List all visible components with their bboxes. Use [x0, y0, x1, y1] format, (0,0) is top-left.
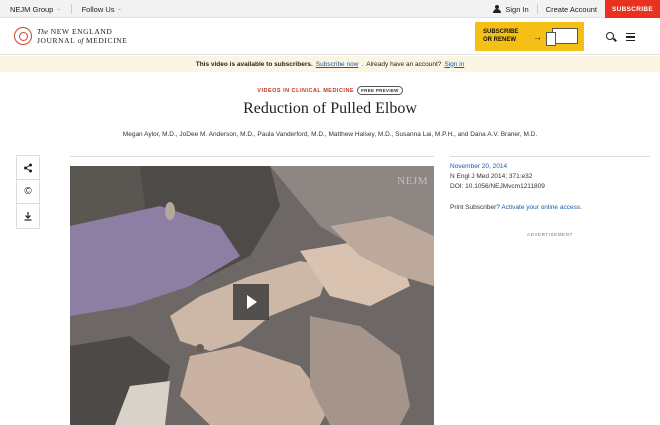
nejm-group-label: NEJM Group — [10, 4, 54, 14]
person-icon — [493, 5, 502, 13]
sign-in-link[interactable]: Sign In — [485, 5, 536, 14]
promo-line1: SUBSCRIBE — [483, 29, 519, 35]
create-account-link[interactable]: Create Account — [538, 5, 605, 14]
article-kicker: VIDEOS IN CLINICAL MEDICINE FREE PREVIEW — [0, 86, 660, 95]
devices-illustration — [546, 26, 580, 47]
divider — [70, 4, 72, 14]
sidebar-divider — [450, 156, 650, 157]
content-divider — [70, 156, 434, 157]
promo-line2: OR RENEW — [483, 36, 516, 43]
advertisement-label: ADVERTISEMENT — [527, 232, 573, 237]
logo-wordmark: The NEW ENGLAND JOURNAL of MEDICINE — [37, 27, 127, 45]
logo-the: The — [37, 27, 49, 36]
doi: DOI: 10.1056/NEJMvcm1211809 — [450, 183, 545, 190]
section-label[interactable]: VIDEOS IN CLINICAL MEDICINE — [257, 88, 354, 94]
publication-date: November 20, 2014 — [450, 163, 508, 170]
print-subscriber-line: Print Subscriber? Activate your online a… — [450, 204, 582, 211]
play-button[interactable] — [233, 284, 269, 320]
top-bar-left: NEJM Group ⌄ Follow Us ⌄ — [10, 4, 122, 14]
logo-journal: JOURNAL — [37, 36, 76, 45]
search-icon[interactable] — [606, 32, 616, 42]
top-bar-right: Sign In Create Account SUBSCRIBE — [485, 0, 660, 18]
copyright-icon: © — [24, 186, 32, 197]
chevron-down-icon: ⌄ — [56, 6, 61, 12]
article-authors: Megan Aylor, M.D., JoDee M. Anderson, M.… — [122, 131, 538, 138]
free-preview-badge: FREE PREVIEW — [357, 86, 403, 95]
subscribe-promo-banner[interactable]: SUBSCRIBE OR RENEW → — [475, 22, 584, 51]
nejm-group-menu[interactable]: NEJM Group ⌄ — [10, 5, 61, 14]
notice-sign-in-link[interactable]: Sign in — [444, 61, 464, 68]
chevron-down-icon: ⌄ — [117, 6, 122, 12]
hamburger-menu-icon[interactable] — [626, 33, 635, 41]
citation: N Engl J Med 2014; 371:e32 — [450, 173, 533, 180]
nejm-logo[interactable]: The NEW ENGLAND JOURNAL of MEDICINE — [14, 27, 127, 45]
print-subscriber-text: Print Subscriber? — [450, 204, 500, 211]
follow-us-label: Follow Us — [81, 4, 115, 14]
permissions-button[interactable]: © — [17, 180, 39, 204]
notice-period: . — [361, 60, 364, 68]
subscribe-now-link[interactable]: Subscribe now — [316, 61, 359, 68]
tablet-icon — [546, 32, 556, 46]
download-button[interactable] — [17, 204, 39, 228]
share-button[interactable] — [17, 156, 39, 180]
logo-line1: NEW ENGLAND — [50, 27, 113, 36]
subscribe-button[interactable]: SUBSCRIBE — [605, 0, 660, 18]
article-meta: November 20, 2014 N Engl J Med 2014; 371… — [450, 162, 545, 192]
follow-us-menu[interactable]: Follow Us ⌄ — [82, 5, 122, 14]
share-rail: © — [16, 155, 40, 229]
download-icon — [24, 212, 32, 221]
promo-text: SUBSCRIBE OR RENEW — [483, 29, 531, 44]
logo-medicine: MEDICINE — [85, 36, 128, 45]
sign-in-label: Sign In — [505, 4, 529, 14]
site-header: The NEW ENGLAND JOURNAL of MEDICINE SUBS… — [0, 18, 660, 55]
top-bar: NEJM Group ⌄ Follow Us ⌄ Sign In Create … — [0, 0, 660, 18]
arrow-right-icon: → — [533, 31, 542, 42]
logo-of: of — [77, 36, 84, 45]
video-watermark: NEJM — [397, 175, 428, 187]
notice-text: This video is available to subscribers. — [195, 60, 313, 68]
subscriber-notice: This video is available to subscribers. … — [0, 56, 660, 72]
article-title: Reduction of Pulled Elbow — [243, 100, 417, 117]
activate-access-link[interactable]: Activate your online access. — [501, 204, 582, 211]
notice-account-text: Already have an account? — [366, 60, 442, 68]
video-player[interactable]: NEJM — [70, 166, 434, 425]
nejm-seal-icon — [14, 27, 32, 45]
share-icon — [24, 163, 32, 172]
